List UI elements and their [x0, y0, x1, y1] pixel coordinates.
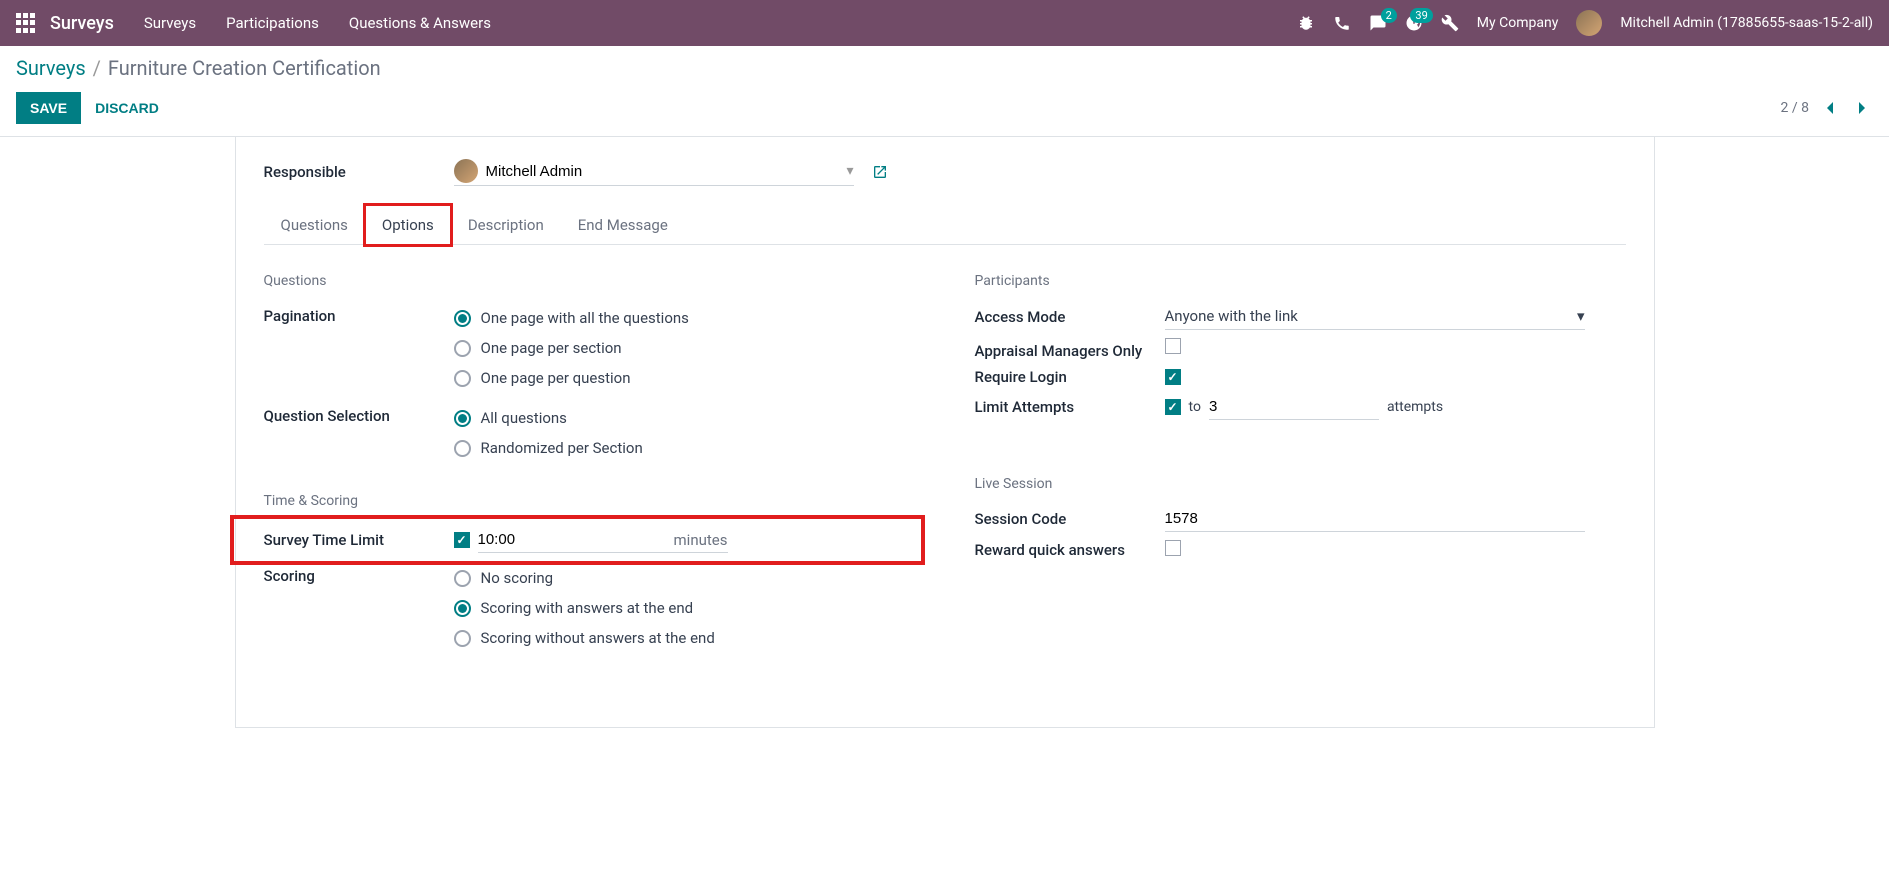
limit-attempts-prefix: to — [1189, 399, 1201, 415]
pager-next[interactable] — [1851, 97, 1873, 119]
app-name: Surveys — [50, 13, 114, 34]
qselection-random[interactable]: Randomized per Section — [454, 433, 915, 463]
chevron-down-icon[interactable]: ▾ — [846, 163, 853, 179]
section-live-session-title: Live Session — [975, 476, 1626, 492]
scoring-without-answers[interactable]: Scoring without answers at the end — [454, 623, 915, 653]
question-selection-label: Question Selection — [264, 403, 454, 425]
chevron-down-icon: ▾ — [1577, 307, 1585, 325]
tab-content-options: Questions Pagination One page with all t… — [264, 245, 1626, 687]
phone-icon[interactable] — [1333, 14, 1351, 32]
reward-checkbox[interactable] — [1165, 540, 1181, 556]
responsible-label: Responsible — [264, 163, 454, 181]
action-bar: SAVE DISCARD 2 / 8 — [0, 86, 1889, 137]
tab-options[interactable]: Options — [365, 205, 451, 245]
pagination-option-question[interactable]: One page per question — [454, 363, 915, 393]
require-login-checkbox[interactable] — [1165, 369, 1181, 385]
tab-questions[interactable]: Questions — [264, 205, 365, 245]
pager-text: 2 / 8 — [1781, 100, 1809, 116]
form-sheet: Responsible ▾ Questions Options Descript… — [235, 137, 1655, 728]
pager-prev[interactable] — [1819, 97, 1841, 119]
access-mode-label: Access Mode — [975, 308, 1165, 326]
responsible-avatar — [454, 159, 478, 183]
section-questions-title: Questions — [264, 273, 915, 289]
discard-button[interactable]: DISCARD — [95, 100, 159, 116]
messages-icon[interactable]: 2 — [1369, 14, 1387, 32]
breadcrumb-bar: Surveys / Furniture Creation Certificati… — [0, 46, 1889, 86]
appraisal-label: Appraisal Managers Only — [975, 338, 1165, 360]
session-code-input[interactable] — [1165, 506, 1585, 532]
nav-right: 2 39 My Company Mitchell Admin (17885655… — [1297, 10, 1873, 36]
menu-questions-answers[interactable]: Questions & Answers — [349, 14, 491, 32]
limit-attempts-checkbox[interactable] — [1165, 399, 1181, 415]
breadcrumb: Surveys / Furniture Creation Certificati… — [16, 56, 381, 80]
activities-badge: 39 — [1410, 8, 1432, 23]
menu-participations[interactable]: Participations — [226, 14, 319, 32]
pagination-label: Pagination — [264, 303, 454, 325]
breadcrumb-current: Furniture Creation Certification — [108, 56, 381, 80]
responsible-text[interactable] — [486, 163, 847, 180]
time-limit-row: Survey Time Limit minutes — [264, 523, 915, 557]
limit-attempts-input[interactable] — [1209, 394, 1379, 420]
tab-description[interactable]: Description — [451, 205, 561, 245]
breadcrumb-root[interactable]: Surveys — [16, 56, 86, 80]
responsible-field: Responsible ▾ — [264, 157, 1626, 186]
external-link-icon[interactable] — [872, 164, 888, 180]
section-participants-title: Participants — [975, 273, 1626, 289]
appraisal-checkbox[interactable] — [1165, 338, 1181, 354]
user-name[interactable]: Mitchell Admin (17885655-saas-15-2-all) — [1620, 15, 1873, 31]
pager: 2 / 8 — [1781, 97, 1873, 119]
activities-icon[interactable]: 39 — [1405, 14, 1423, 32]
section-time-scoring-title: Time & Scoring — [264, 493, 915, 509]
breadcrumb-separator: / — [93, 56, 101, 80]
tools-icon[interactable] — [1441, 14, 1459, 32]
limit-attempts-label: Limit Attempts — [975, 398, 1165, 416]
tabs: Questions Options Description End Messag… — [264, 204, 1626, 245]
time-limit-checkbox[interactable] — [454, 532, 470, 548]
time-limit-unit: minutes — [674, 531, 728, 549]
responsible-input[interactable]: ▾ — [454, 157, 854, 186]
user-avatar[interactable] — [1576, 10, 1602, 36]
tab-end-message[interactable]: End Message — [561, 205, 685, 245]
pagination-option-all[interactable]: One page with all the questions — [454, 303, 915, 333]
messages-badge: 2 — [1381, 8, 1397, 23]
access-mode-select[interactable]: Anyone with the link ▾ — [1165, 303, 1585, 330]
session-code-label: Session Code — [975, 510, 1165, 528]
limit-attempts-suffix: attempts — [1387, 399, 1443, 415]
time-limit-label: Survey Time Limit — [264, 531, 454, 549]
company-name[interactable]: My Company — [1477, 15, 1559, 31]
scoring-label: Scoring — [264, 563, 454, 585]
top-navbar: Surveys Surveys Participations Questions… — [0, 0, 1889, 46]
pagination-option-section[interactable]: One page per section — [454, 333, 915, 363]
main-menu: Surveys Participations Questions & Answe… — [144, 14, 491, 32]
time-limit-input[interactable] — [478, 527, 578, 552]
reward-label: Reward quick answers — [975, 541, 1165, 559]
menu-surveys[interactable]: Surveys — [144, 14, 196, 32]
scoring-with-answers[interactable]: Scoring with answers at the end — [454, 593, 915, 623]
save-button[interactable]: SAVE — [16, 92, 81, 124]
require-login-label: Require Login — [975, 368, 1165, 386]
debug-icon[interactable] — [1297, 14, 1315, 32]
qselection-all[interactable]: All questions — [454, 403, 915, 433]
scoring-none[interactable]: No scoring — [454, 563, 915, 593]
apps-icon[interactable] — [16, 13, 36, 33]
